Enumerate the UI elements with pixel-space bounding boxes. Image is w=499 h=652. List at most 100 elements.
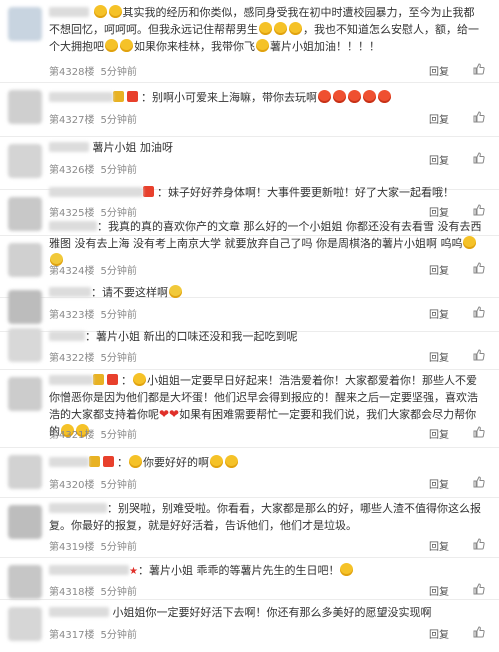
emoji-icon <box>274 22 287 35</box>
avatar[interactable] <box>8 290 42 324</box>
username[interactable] <box>49 565 129 575</box>
floor-number: 第4318楼 <box>49 587 95 598</box>
emoji-icon <box>120 39 133 52</box>
username[interactable] <box>49 457 89 467</box>
emoji-icon <box>340 563 354 576</box>
like-button[interactable] <box>473 111 485 124</box>
thumbs-up-icon <box>473 152 485 164</box>
avatar[interactable] <box>8 90 42 124</box>
emoji-icon <box>93 5 107 18</box>
emoji-icon <box>463 236 477 249</box>
emoji-icon <box>105 39 118 52</box>
like-button[interactable] <box>473 626 485 639</box>
username[interactable] <box>49 503 107 513</box>
avatar[interactable] <box>8 197 42 231</box>
comment-meta: 第4324楼 5分钟前 <box>49 262 143 277</box>
username[interactable] <box>49 331 85 341</box>
vip-badge-icon <box>113 91 124 102</box>
comment-body: 小姐姐你一定要好好活下去啊！你还有那么多美好的愿望没实现啊 <box>49 604 485 621</box>
reply-button[interactable]: 回复 <box>429 262 449 277</box>
timestamp: 5分钟前 <box>100 353 137 364</box>
comment-item: ：请不要这样啊 第4323楼 5分钟前 回复 <box>0 285 499 332</box>
comment-text: 请不要这样啊 <box>102 286 168 299</box>
floor-number: 第4317楼 <box>49 630 95 641</box>
emoji-icon <box>333 90 346 103</box>
comment-text: 你要好好的啊 <box>143 456 209 469</box>
comment-text: 妹子好好养身体啊！大事件要更新啦！好了大家一起看哦！ <box>168 186 454 199</box>
like-button[interactable] <box>473 262 485 275</box>
avatar[interactable] <box>8 7 42 41</box>
reply-button[interactable]: 回复 <box>429 152 449 167</box>
vip-badge-icon <box>127 91 138 102</box>
username[interactable] <box>49 375 93 385</box>
reply-button[interactable]: 回复 <box>429 111 449 126</box>
separator: ： <box>137 564 149 577</box>
username[interactable] <box>49 142 89 152</box>
comment-text: 如果你来桂林，我带你飞 <box>134 40 255 53</box>
timestamp: 5分钟前 <box>100 67 137 78</box>
separator: ： <box>141 91 152 104</box>
avatar[interactable] <box>8 455 42 489</box>
comment-item: 其实我的经历和你类似，感同身受我在初中时遭校园暴力，至今为止我都不想回忆，呵呵呵… <box>0 0 499 83</box>
vip-badge-icon <box>89 456 100 467</box>
reply-button[interactable]: 回复 <box>429 583 449 598</box>
comment-body: ：请不要这样啊 <box>49 284 485 301</box>
like-button[interactable] <box>473 306 485 319</box>
like-button[interactable] <box>473 63 485 76</box>
comment-feed: 其实我的经历和你类似，感同身受我在初中时遭校园暴力，至今为止我都不想回忆，呵呵呵… <box>0 0 499 652</box>
reply-button[interactable]: 回复 <box>429 538 449 553</box>
reply-button[interactable]: 回复 <box>429 306 449 321</box>
comment-body: 薯片小姐 加油呀 <box>49 139 485 156</box>
username[interactable] <box>49 7 89 17</box>
floor-number: 第4319楼 <box>49 542 95 553</box>
vip-badge-icon <box>107 374 118 385</box>
floor-number: 第4326楼 <box>49 165 95 176</box>
thumbs-up-icon <box>473 204 485 216</box>
like-button[interactable] <box>473 476 485 489</box>
reply-button[interactable]: 回复 <box>429 626 449 641</box>
avatar[interactable] <box>8 505 42 539</box>
emoji-icon <box>225 455 238 468</box>
floor-number: 第4328楼 <box>49 67 95 78</box>
thumbs-up-icon <box>473 583 485 595</box>
emoji-icon <box>363 90 376 103</box>
comment-meta: 第4326楼 5分钟前 <box>49 161 143 176</box>
separator: ： <box>117 456 128 469</box>
comment-item: ：别啊小可爱来上海嘛，带你去玩啊 第4327楼 5分钟前 回复 <box>0 83 499 137</box>
like-button[interactable] <box>473 583 485 596</box>
like-button[interactable] <box>473 349 485 362</box>
emoji-icon <box>210 455 223 468</box>
comment-meta: 第4322楼 5分钟前 <box>49 349 143 364</box>
reply-button[interactable]: 回复 <box>429 349 449 364</box>
avatar[interactable] <box>8 565 42 599</box>
comment-body: ：别哭啦，别难受啦。你看看，大家都是那么的好，哪些人渣不值得你这么报复。你最好的… <box>49 500 485 534</box>
thumbs-up-icon <box>473 426 485 438</box>
reply-button[interactable]: 回复 <box>429 426 449 441</box>
username[interactable] <box>49 187 143 197</box>
vip-badge-icon <box>93 374 104 385</box>
like-button[interactable] <box>473 538 485 551</box>
comment-meta: 第4328楼 5分钟前 <box>49 63 143 78</box>
like-button[interactable] <box>473 152 485 165</box>
avatar[interactable] <box>8 144 42 178</box>
username[interactable] <box>49 221 97 231</box>
avatar[interactable] <box>8 607 42 641</box>
star-icon: ★ <box>129 566 138 577</box>
avatar[interactable] <box>8 243 42 277</box>
comment-text: 薯片小姐 乖乖的等薯片先生的生日吧！ <box>148 564 340 577</box>
username[interactable] <box>49 607 109 617</box>
like-button[interactable] <box>473 426 485 439</box>
reply-button[interactable]: 回复 <box>429 476 449 491</box>
comment-item: 薯片小姐 加油呀 第4326楼 5分钟前 回复 <box>0 137 499 190</box>
comment-meta: 第4317楼 5分钟前 <box>49 626 143 641</box>
reply-button[interactable]: 回复 <box>429 63 449 78</box>
username[interactable] <box>49 287 91 297</box>
avatar[interactable] <box>8 328 42 362</box>
avatar[interactable] <box>8 377 42 411</box>
username[interactable] <box>49 92 113 102</box>
emoji-icon <box>169 285 182 298</box>
timestamp: 5分钟前 <box>100 165 137 176</box>
timestamp: 5分钟前 <box>100 310 137 321</box>
reply-button[interactable]: 回复 <box>429 204 449 219</box>
like-button[interactable] <box>473 204 485 217</box>
